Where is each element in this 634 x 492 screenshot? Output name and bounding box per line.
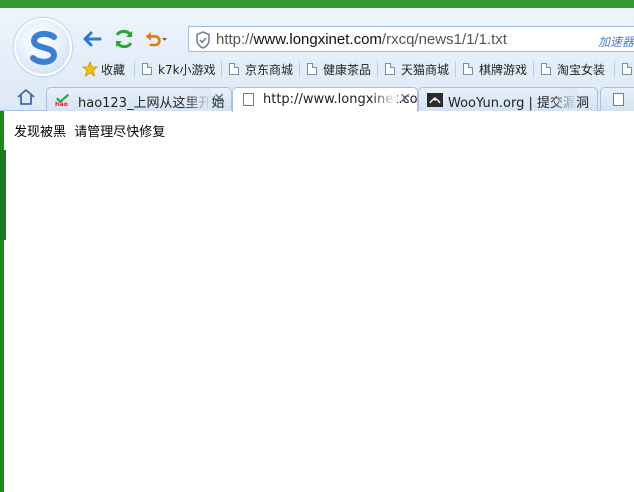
close-icon[interactable]: ✕ bbox=[213, 91, 225, 107]
bookmark-separator bbox=[377, 61, 378, 77]
bookmark-separator bbox=[533, 61, 534, 77]
refresh-icon bbox=[115, 29, 133, 49]
star-icon bbox=[82, 61, 98, 77]
bookmark-overflow[interactable] bbox=[614, 60, 634, 78]
bookmark-separator bbox=[299, 61, 300, 77]
bookmark-label: 京东商城 bbox=[245, 62, 294, 77]
home-button[interactable] bbox=[16, 88, 36, 109]
address-bar[interactable]: http://www.longxinet.com/rxcq/news1/1/1.… bbox=[188, 26, 634, 52]
page-icon bbox=[541, 63, 551, 75]
page-text: 发现被黑 请管理尽快修复 bbox=[14, 125, 166, 140]
bookmark-separator bbox=[614, 61, 615, 77]
page-icon bbox=[613, 93, 625, 107]
new-tab-button[interactable] bbox=[600, 87, 634, 111]
close-icon[interactable]: ✕ bbox=[399, 91, 411, 107]
page-icon bbox=[385, 63, 395, 75]
tab-wooyun[interactable]: WooYun.org | 提交漏洞 bbox=[418, 87, 598, 111]
tab-fade bbox=[371, 88, 397, 112]
tab-fade bbox=[185, 88, 211, 111]
bookmark-separator bbox=[134, 61, 135, 77]
bookmark-k7k[interactable]: k7k小游戏 bbox=[134, 60, 216, 78]
back-arrow-icon bbox=[83, 31, 102, 47]
page-icon bbox=[307, 63, 317, 75]
bookmark-favorites[interactable]: 收藏 bbox=[82, 60, 125, 78]
page-icon bbox=[229, 63, 239, 75]
bookmark-tea[interactable]: 健康茶品 bbox=[299, 60, 372, 78]
bookmark-separator bbox=[455, 61, 456, 77]
tab-bar: hao hao123_上网从这里开始 ✕ http://www.longxine… bbox=[0, 85, 634, 112]
bookmark-label: 淘宝女装 bbox=[557, 62, 606, 77]
tab-fade bbox=[551, 88, 577, 111]
security-shield-icon bbox=[196, 31, 210, 49]
bookmark-label: 收藏 bbox=[101, 62, 126, 77]
window-title-strip bbox=[0, 0, 634, 8]
bookmark-separator bbox=[221, 61, 222, 77]
page-icon bbox=[142, 63, 152, 75]
tab-current-page[interactable]: http://www.longxinet.com/rxcq/news1/1/1.… bbox=[232, 87, 418, 112]
home-icon bbox=[17, 89, 35, 105]
bookmark-taobao[interactable]: 淘宝女装 bbox=[533, 60, 606, 78]
bookmark-label: 健康茶品 bbox=[323, 62, 372, 77]
tab-hao123[interactable]: hao hao123_上网从这里开始 ✕ bbox=[46, 87, 232, 111]
bookmark-label: 天猫商城 bbox=[401, 62, 450, 77]
bookmark-label: k7k小游戏 bbox=[158, 62, 216, 77]
browser-window: http://www.longxinet.com/rxcq/news1/1/1.… bbox=[0, 0, 634, 492]
page-icon bbox=[622, 63, 632, 75]
back-button[interactable] bbox=[80, 27, 104, 51]
page-icon bbox=[243, 93, 255, 107]
bookmark-jd[interactable]: 京东商城 bbox=[221, 60, 294, 78]
bookmark-tmall[interactable]: 天猫商城 bbox=[377, 60, 450, 78]
page-icon bbox=[463, 63, 473, 75]
undo-button[interactable] bbox=[144, 27, 168, 51]
sogou-logo-icon bbox=[30, 30, 58, 65]
undo-icon bbox=[145, 32, 168, 47]
bookmark-label: 棋牌游戏 bbox=[479, 62, 528, 77]
svg-text:hao: hao bbox=[55, 101, 68, 107]
address-url[interactable]: http://www.longxinet.com/rxcq/news1/1/1.… bbox=[216, 31, 507, 48]
refresh-button[interactable] bbox=[112, 27, 136, 51]
accelerator-link[interactable]: 加速器 bbox=[598, 33, 634, 50]
bookmark-chess[interactable]: 棋牌游戏 bbox=[455, 60, 528, 78]
page-content: 发现被黑 请管理尽快修复 bbox=[6, 112, 634, 492]
browser-chrome: http://www.longxinet.com/rxcq/news1/1/1.… bbox=[0, 0, 634, 112]
browser-logo[interactable] bbox=[14, 18, 72, 76]
wooyun-icon bbox=[427, 93, 443, 107]
bookmarks-bar: 收藏 k7k小游戏 京东商城 健康茶品 天猫商城 棋牌游戏 淘宝女装 bbox=[80, 58, 634, 80]
hao123-icon: hao bbox=[55, 93, 70, 107]
